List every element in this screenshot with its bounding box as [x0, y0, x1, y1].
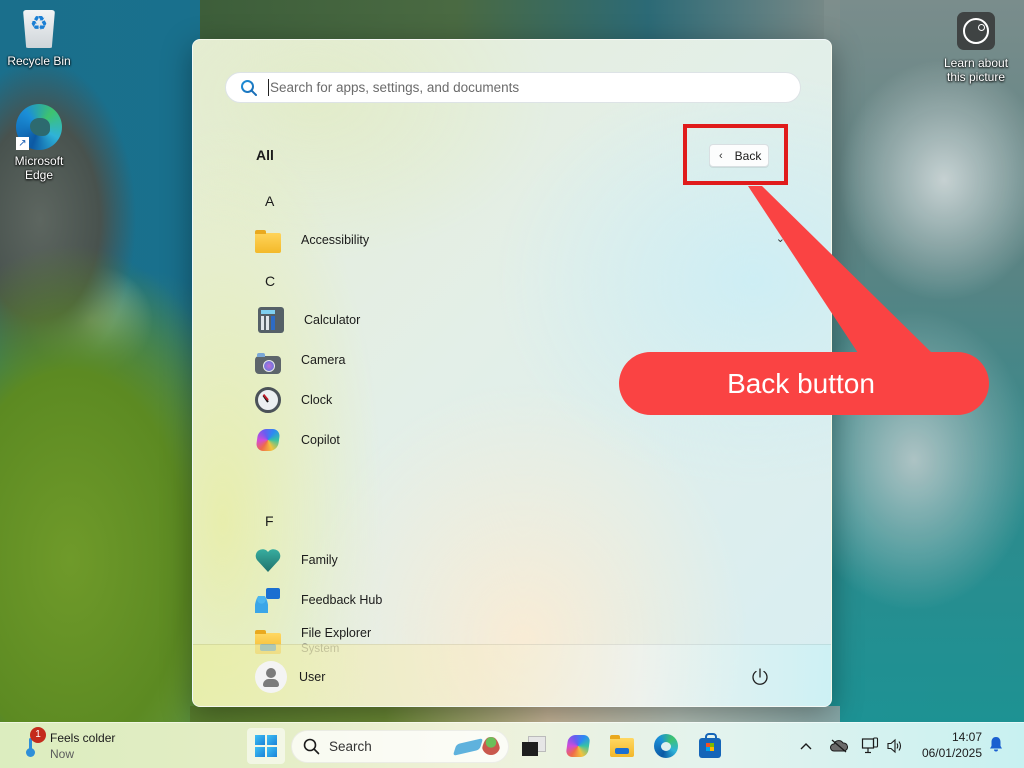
desktop-icon-recycle-bin[interactable]: Recycle Bin	[0, 10, 78, 68]
salad-bowl-icon	[482, 737, 500, 755]
app-name: Calculator	[304, 313, 361, 327]
user-account-button[interactable]: User	[255, 661, 325, 693]
taskbar-search[interactable]: Search	[291, 730, 509, 763]
clock-icon	[255, 387, 281, 413]
annotation-highlight-box	[683, 124, 788, 185]
taskbar-clock[interactable]: 14:07 06/01/2025	[914, 729, 982, 761]
app-name: Clock	[301, 393, 333, 407]
desktop-icon-edge[interactable]: ↗ Microsoft Edge	[0, 104, 78, 182]
taskbar-copilot[interactable]	[563, 731, 593, 761]
network-status[interactable]	[859, 731, 881, 761]
app-item-copilot[interactable]: Copilot	[255, 422, 785, 458]
search-highlight-illustration	[452, 737, 500, 756]
chevron-down-icon[interactable]: ⌄	[776, 232, 785, 245]
notification-badge: 1	[30, 727, 46, 743]
start-button[interactable]	[247, 728, 285, 764]
app-name: Family	[301, 553, 338, 567]
task-view-icon	[522, 736, 546, 756]
app-name: Camera	[301, 353, 346, 367]
desktop-icon-learn-about-picture[interactable]: Learn about this picture	[936, 12, 1016, 84]
recycle-bin-icon	[19, 10, 59, 50]
desktop-icon-label: Learn about this picture	[943, 56, 1009, 84]
app-item-calculator[interactable]: Calculator	[255, 302, 785, 338]
copilot-icon	[565, 735, 591, 757]
clock-time: 14:07	[951, 730, 982, 744]
shortcut-arrow-icon: ↗	[16, 137, 29, 150]
annotation-callout: Back button	[619, 352, 989, 415]
section-title: All	[256, 147, 274, 163]
copilot-icon	[255, 429, 281, 451]
cloud-off-icon	[830, 739, 848, 753]
desktop-icon-label: Microsoft Edge	[14, 154, 64, 182]
letter-header-f[interactable]: F	[265, 513, 274, 529]
taskbar-store[interactable]	[695, 731, 725, 761]
edge-icon	[654, 734, 678, 758]
app-name: Copilot	[301, 433, 340, 447]
taskbar-file-explorer[interactable]	[607, 731, 637, 761]
volume-status[interactable]	[884, 731, 906, 761]
app-item-accessibility[interactable]: Accessibility ⌄	[255, 222, 785, 258]
notification-bell-icon[interactable]	[989, 736, 1003, 752]
app-name: File Explorer	[301, 625, 372, 640]
file-explorer-icon	[610, 735, 634, 757]
taskbar: Feels colder Now 1 Search 14:07 06/01/20…	[0, 722, 1024, 768]
feedback-hub-icon	[255, 587, 281, 613]
app-name: Feedback Hub	[301, 593, 383, 607]
app-item-feedback-hub[interactable]: Feedback Hub	[255, 582, 785, 618]
start-search-box[interactable]	[225, 72, 801, 103]
camera-icon	[255, 353, 281, 374]
desktop-icon-label: Recycle Bin	[7, 54, 71, 68]
text-caret	[268, 79, 269, 96]
power-icon[interactable]	[749, 666, 771, 688]
clock-date: 06/01/2025	[921, 746, 982, 760]
speaker-icon	[887, 738, 902, 754]
edge-icon: ↗	[16, 104, 62, 150]
store-icon	[699, 732, 721, 758]
windows-logo-icon	[255, 735, 277, 757]
chevron-up-icon	[800, 743, 812, 750]
folder-icon	[255, 230, 281, 253]
learn-about-picture-icon	[956, 12, 996, 52]
letter-header-c[interactable]: C	[265, 273, 275, 289]
weather-title: Feels colder	[50, 731, 116, 745]
yoga-mat-icon	[452, 738, 484, 756]
taskbar-search-label: Search	[329, 739, 372, 754]
search-icon	[303, 738, 320, 755]
letter-header-a[interactable]: A	[265, 193, 274, 209]
taskbar-task-view[interactable]	[518, 731, 548, 761]
onedrive-status[interactable]	[828, 731, 850, 761]
user-name: User	[299, 670, 326, 684]
weather-subtitle: Now	[50, 747, 75, 761]
desktop-wallpaper-top	[200, 0, 840, 40]
start-menu-footer: User	[193, 644, 831, 706]
app-item-family[interactable]: Family	[255, 542, 785, 578]
start-search-input[interactable]	[270, 80, 800, 95]
search-icon	[241, 79, 257, 96]
network-icon	[861, 737, 879, 754]
calculator-icon	[258, 307, 284, 333]
show-hidden-icons-button[interactable]	[796, 731, 816, 761]
family-icon	[255, 547, 281, 573]
taskbar-edge[interactable]	[651, 731, 681, 761]
avatar	[255, 661, 287, 693]
app-name: Accessibility	[301, 233, 370, 247]
desktop-wallpaper-beach	[190, 706, 840, 722]
